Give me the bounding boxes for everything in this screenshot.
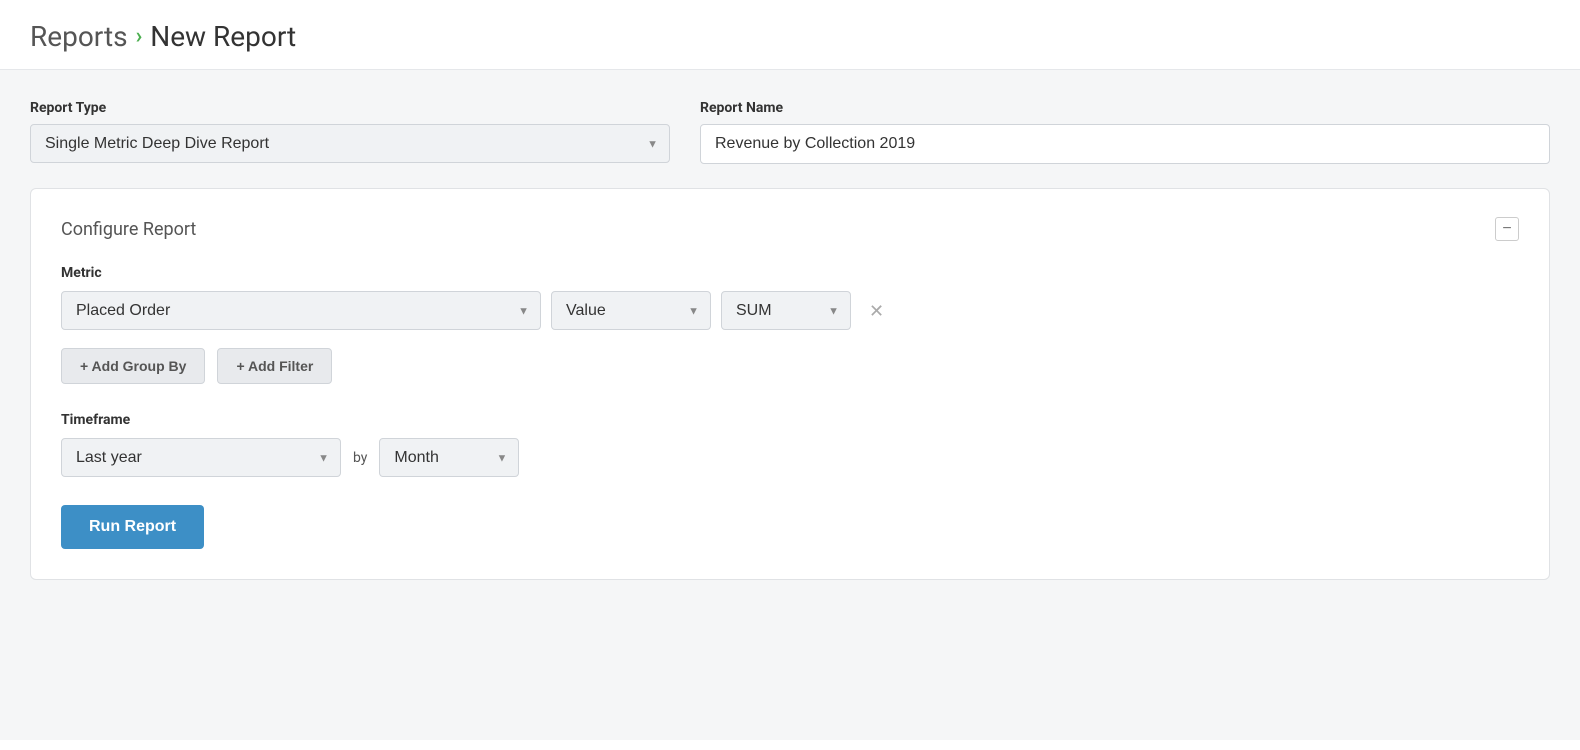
breadcrumb-chevron-icon: ›	[136, 24, 143, 49]
breadcrumb-current: New Report	[150, 20, 296, 53]
metric-select-wrapper: Placed Order Opened Email Clicked Email …	[61, 291, 541, 330]
breadcrumb: Reports › New Report	[30, 20, 1550, 53]
run-report-button[interactable]: Run Report	[61, 505, 204, 549]
timeframe-label: Timeframe	[61, 412, 1519, 428]
add-group-by-button[interactable]: + Add Group By	[61, 348, 205, 384]
configure-panel: Configure Report − Metric Placed Order O…	[30, 188, 1550, 580]
top-form-row: Report Type Single Metric Deep Dive Repo…	[30, 100, 1550, 164]
report-type-select[interactable]: Single Metric Deep Dive Report Multi Met…	[30, 124, 670, 163]
timeframe-row: Last year Last 30 days Last 90 days This…	[61, 438, 1519, 477]
value-select[interactable]: Value Count Unique Count	[551, 291, 711, 330]
report-name-group: Report Name	[700, 100, 1550, 164]
report-type-group: Report Type Single Metric Deep Dive Repo…	[30, 100, 670, 163]
timeframe-section: Timeframe Last year Last 30 days Last 90…	[61, 412, 1519, 477]
aggregation-select-wrapper: SUM AVG MIN MAX	[721, 291, 851, 330]
report-type-select-wrapper: Single Metric Deep Dive Report Multi Met…	[30, 124, 670, 163]
timeframe-select[interactable]: Last year Last 30 days Last 90 days This…	[61, 438, 341, 477]
metric-row: Placed Order Opened Email Clicked Email …	[61, 291, 1519, 330]
report-name-label: Report Name	[700, 100, 1550, 116]
value-select-wrapper: Value Count Unique Count	[551, 291, 711, 330]
timeframe-select-wrapper: Last year Last 30 days Last 90 days This…	[61, 438, 341, 477]
report-name-input[interactable]	[700, 124, 1550, 164]
collapse-button[interactable]: −	[1495, 217, 1519, 241]
metric-label: Metric	[61, 265, 1519, 281]
collapse-icon: −	[1502, 221, 1511, 237]
page-wrapper: Reports › New Report Report Type Single …	[0, 0, 1580, 750]
metric-select[interactable]: Placed Order Opened Email Clicked Email …	[61, 291, 541, 330]
content-area: Report Type Single Metric Deep Dive Repo…	[0, 70, 1580, 740]
configure-panel-header: Configure Report −	[61, 217, 1519, 241]
period-select[interactable]: Month Week Day Quarter Year	[379, 438, 519, 477]
breadcrumb-parent[interactable]: Reports	[30, 20, 128, 53]
breadcrumb-bar: Reports › New Report	[0, 0, 1580, 70]
by-label: by	[353, 450, 367, 466]
report-type-label: Report Type	[30, 100, 670, 116]
aggregation-select[interactable]: SUM AVG MIN MAX	[721, 291, 851, 330]
remove-metric-button[interactable]: ✕	[861, 298, 892, 324]
action-buttons-row: + Add Group By + Add Filter	[61, 348, 1519, 384]
period-select-wrapper: Month Week Day Quarter Year	[379, 438, 519, 477]
add-filter-button[interactable]: + Add Filter	[217, 348, 332, 384]
configure-panel-title: Configure Report	[61, 219, 196, 240]
